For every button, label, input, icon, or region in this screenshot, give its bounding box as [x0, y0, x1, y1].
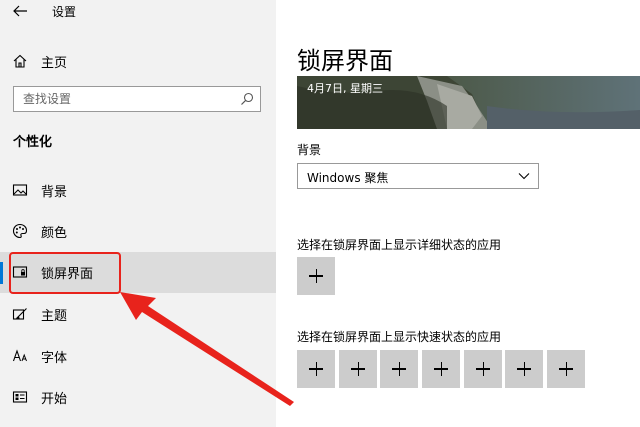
sidebar-item-label: 背景: [41, 185, 68, 200]
annotation-highlight-box: [9, 252, 121, 294]
image-icon: [12, 184, 28, 196]
start-menu-icon: [12, 391, 28, 403]
nav-home-label: 主页: [41, 56, 68, 71]
annotation-arrow-icon: [120, 292, 294, 406]
font-icon: [12, 349, 27, 362]
main-content: 锁屏界面 4月7日, 星期三 背景 Windows 聚焦 选择在锁屏界面上显示详…: [276, 0, 640, 427]
plus-icon-stroke: [523, 362, 525, 376]
sidebar-item-label: 开始: [41, 392, 68, 407]
plus-icon-stroke: [315, 362, 317, 376]
palette-icon: [12, 223, 28, 239]
plus-icon-stroke: [440, 362, 442, 376]
add-quick-app-button[interactable]: [339, 350, 377, 388]
sidebar-item-background[interactable]: 背景: [0, 170, 276, 211]
sidebar-item-label: 字体: [41, 351, 68, 366]
preview-date: 4月7日, 星期三: [307, 82, 383, 95]
chevron-down-icon: [518, 173, 530, 180]
plus-icon-stroke: [398, 362, 400, 376]
app-title: 设置: [52, 5, 77, 19]
page-title: 锁屏界面: [297, 47, 393, 75]
search-box[interactable]: [13, 86, 261, 112]
add-quick-app-button[interactable]: [422, 350, 460, 388]
search-icon[interactable]: [240, 92, 254, 106]
search-input[interactable]: [14, 87, 233, 111]
back-arrow-icon[interactable]: [12, 4, 28, 18]
background-label: 背景: [297, 143, 322, 157]
background-dropdown[interactable]: Windows 聚焦: [297, 163, 539, 189]
sidebar-item-label: 颜色: [41, 226, 68, 241]
lock-screen-preview: 4月7日, 星期三: [297, 76, 640, 129]
active-indicator: [0, 262, 3, 284]
plus-icon-stroke: [565, 362, 567, 376]
home-icon: [13, 54, 27, 68]
add-quick-app-button[interactable]: [505, 350, 543, 388]
theme-brush-icon: [12, 308, 27, 320]
section-title: 个性化: [13, 135, 53, 150]
sidebar-item-color[interactable]: 颜色: [0, 211, 276, 252]
add-quick-app-button[interactable]: [547, 350, 585, 388]
plus-icon-stroke: [357, 362, 359, 376]
background-dropdown-value: Windows 聚焦: [307, 171, 389, 185]
sidebar-item-label: 主题: [41, 309, 68, 324]
plus-icon-stroke: [482, 362, 484, 376]
add-detail-app-button[interactable]: [297, 257, 335, 295]
plus-icon-stroke: [315, 269, 317, 283]
add-quick-app-button[interactable]: [464, 350, 502, 388]
nav-home[interactable]: 主页: [0, 48, 276, 72]
quick-status-label: 选择在锁屏界面上显示快速状态的应用: [297, 330, 502, 344]
add-quick-app-button[interactable]: [297, 350, 335, 388]
add-quick-app-button[interactable]: [380, 350, 418, 388]
detail-status-label: 选择在锁屏界面上显示详细状态的应用: [297, 238, 502, 252]
title-bar: 设置: [0, 0, 276, 24]
